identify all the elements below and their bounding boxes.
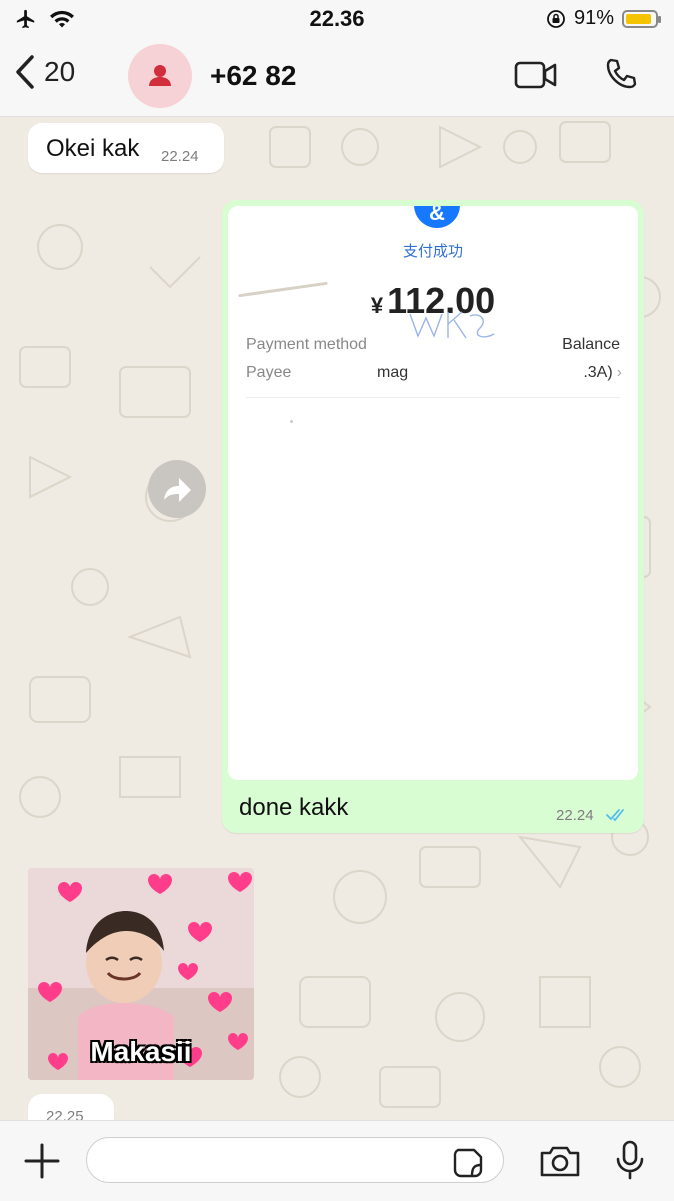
person-icon bbox=[149, 65, 171, 86]
row-label: Payment method bbox=[246, 336, 367, 353]
status-bar: 22.36 91% bbox=[0, 0, 674, 40]
row-label: Payee bbox=[246, 364, 292, 381]
avatar[interactable] bbox=[128, 44, 192, 108]
battery-icon bbox=[622, 9, 661, 28]
row-value: Balance bbox=[562, 336, 620, 353]
divider bbox=[246, 397, 620, 398]
back-button[interactable]: 20 bbox=[14, 54, 75, 90]
plus-icon[interactable] bbox=[24, 1143, 60, 1179]
message-time: 22.25 bbox=[46, 1108, 84, 1120]
message-text: Okei kak bbox=[46, 135, 140, 162]
sticker-icon[interactable] bbox=[452, 1147, 484, 1179]
phone-icon[interactable] bbox=[604, 57, 638, 91]
lock-rotation-icon bbox=[547, 9, 565, 28]
chevron-right-icon: › bbox=[616, 364, 622, 381]
image-caption: done kakk bbox=[239, 794, 349, 821]
payment-receipt-image[interactable]: & 支付成功 ¥112.00 Payment method Balance Pa… bbox=[228, 206, 638, 780]
forward-icon bbox=[164, 478, 191, 502]
forward-button[interactable] bbox=[148, 460, 206, 518]
unread-count: 20 bbox=[44, 56, 76, 87]
video-call-icon[interactable] bbox=[514, 60, 558, 90]
chat-header: 20 +62 82 bbox=[0, 40, 674, 117]
payee-row: Payee mag .3A) › bbox=[246, 364, 622, 382]
message-time: 22.24 bbox=[161, 148, 199, 165]
incoming-message[interactable]: Okei kak 22.24 bbox=[28, 123, 224, 173]
payment-method-row: Payment method Balance bbox=[246, 336, 620, 354]
message-time: 22.24 bbox=[556, 807, 594, 824]
back-chevron-icon bbox=[16, 55, 34, 89]
chat-area[interactable]: Okei kak 22.24 & 支付成功 ¥112.00 Payment me… bbox=[0, 117, 674, 1120]
input-bar bbox=[0, 1120, 674, 1201]
currency-symbol: ¥ bbox=[370, 293, 384, 318]
payee-name-end: .3A) › bbox=[583, 364, 622, 381]
alipay-logo-icon: & bbox=[414, 206, 460, 228]
message-input[interactable] bbox=[86, 1137, 504, 1183]
read-ticks-icon bbox=[606, 809, 624, 822]
sticker-message[interactable]: Makasii bbox=[28, 868, 254, 1080]
incoming-message[interactable]: 22.25 bbox=[28, 1094, 114, 1120]
payee-name-start: mag bbox=[377, 364, 409, 381]
battery-percent: 91% bbox=[573, 7, 614, 29]
camera-icon[interactable] bbox=[538, 1143, 582, 1179]
contact-name[interactable]: +62 82 bbox=[210, 60, 296, 92]
dot-mark bbox=[290, 420, 293, 423]
payment-status: 支付成功 bbox=[402, 243, 463, 260]
microphone-icon[interactable] bbox=[614, 1139, 646, 1181]
outgoing-image-message[interactable]: & 支付成功 ¥112.00 Payment method Balance Pa… bbox=[222, 200, 644, 833]
sticker-caption: Makasii bbox=[90, 1036, 192, 1067]
